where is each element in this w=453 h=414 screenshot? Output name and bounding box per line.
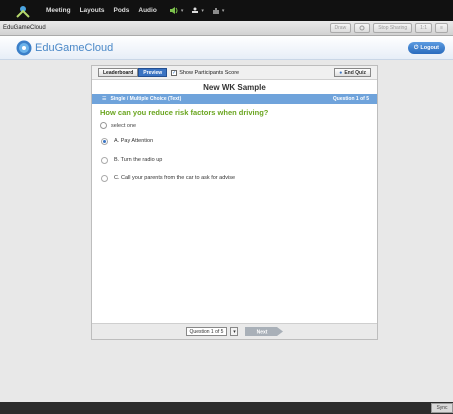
camera-tool[interactable]: ▾ xyxy=(191,7,204,14)
speaker-caret: ▾ xyxy=(180,7,184,14)
end-quiz-label: End Quiz xyxy=(344,69,366,76)
end-quiz-icon: ● xyxy=(339,69,343,76)
list-icon: ☰ xyxy=(102,96,107,102)
next-button[interactable]: Next xyxy=(245,327,284,336)
top-menubar: Meeting Layouts Pods Audio ▾ ▾ ▾ xyxy=(0,0,453,21)
brand-name: EduGameCloud xyxy=(35,42,114,54)
show-scores-label: Show Participants Score xyxy=(179,69,240,76)
raise-hand-tool[interactable]: ▾ xyxy=(212,7,225,15)
status-bar xyxy=(0,402,453,414)
menu-audio[interactable]: Audio xyxy=(138,7,156,14)
pod-menu-icon: ≡ xyxy=(440,25,443,31)
power-icon: ⏻ xyxy=(414,44,419,51)
next-label: Next xyxy=(257,330,268,336)
stop-sharing-button[interactable]: Stop Sharing xyxy=(373,23,413,33)
hand-caret: ▾ xyxy=(221,7,225,14)
game-panel: Leaderboard Preview ✓ Show Participants … xyxy=(91,65,378,340)
fit-button[interactable]: 1:1 xyxy=(415,23,433,33)
draw-button[interactable]: Draw xyxy=(329,23,352,33)
game-toolbar: Leaderboard Preview ✓ Show Participants … xyxy=(92,66,377,80)
radio-b[interactable] xyxy=(101,156,108,164)
person-icon xyxy=(192,7,199,13)
question-type-bar: ☰ Single / Multiple Choice (Text) Questi… xyxy=(92,94,377,104)
menu-meeting[interactable]: Meeting xyxy=(46,7,71,14)
answer-label-c: C. Call your parents from the car to ask… xyxy=(114,175,236,181)
app-logo-icon[interactable] xyxy=(12,3,34,19)
end-quiz-button[interactable]: ● End Quiz xyxy=(334,68,371,77)
select-hint: select one xyxy=(100,122,377,129)
select-hint-icon xyxy=(100,122,107,129)
question-text: How can you reduce risk factors when dri… xyxy=(100,108,269,117)
pod-title-bar: EduGameCloud Draw Stop Sharing 1:1 ≡ xyxy=(0,21,453,36)
question-select[interactable]: Question 1 of 5 xyxy=(185,327,228,336)
answer-label-a: A. Pay Attention xyxy=(114,138,154,144)
logout-label: Logout xyxy=(420,45,439,51)
preview-button[interactable]: Preview xyxy=(138,68,168,77)
sync-button[interactable]: Sync xyxy=(431,403,453,413)
app-header: EduGameCloud ⏻ Logout xyxy=(0,36,453,60)
radio-a[interactable] xyxy=(101,137,108,145)
refresh-icon xyxy=(359,25,365,31)
pod-title: EduGameCloud xyxy=(3,25,46,31)
sync-toggle-button[interactable] xyxy=(354,23,371,33)
radio-c[interactable] xyxy=(101,174,108,182)
leaderboard-button[interactable]: Leaderboard xyxy=(98,68,139,77)
answer-option-b[interactable]: B. Turn the radio up xyxy=(101,156,377,164)
speaker-tool[interactable]: ▾ xyxy=(169,7,184,14)
question-select-caret[interactable]: ▾ xyxy=(230,327,239,336)
camera-caret: ▾ xyxy=(201,7,204,14)
chevron-down-icon: ▾ xyxy=(233,328,236,335)
question-type: Single / Multiple Choice (Text) xyxy=(110,96,182,102)
game-title: New WK Sample xyxy=(203,82,266,92)
answer-label-b: B. Turn the radio up xyxy=(114,157,163,163)
checkbox-icon: ✓ xyxy=(171,69,178,76)
pod-menu-button[interactable]: ≡ xyxy=(435,23,448,33)
answer-option-a[interactable]: A. Pay Attention xyxy=(101,137,377,145)
menu-pods[interactable]: Pods xyxy=(113,7,129,14)
select-hint-label: select one xyxy=(111,122,137,129)
edugamecloud-logo-icon xyxy=(16,40,32,56)
brand: EduGameCloud xyxy=(16,40,113,56)
speaker-icon xyxy=(169,7,178,14)
hand-icon xyxy=(213,7,219,14)
answer-option-c[interactable]: C. Call your parents from the car to ask… xyxy=(101,174,377,182)
show-scores-checkbox[interactable]: ✓ Show Participants Score xyxy=(171,69,240,76)
question-navigator: Question 1 of 5 ▾ Next xyxy=(92,323,377,339)
question-number: Question 1 of 5 xyxy=(332,96,369,102)
menu-layouts[interactable]: Layouts xyxy=(80,7,105,14)
pod-buttons: Draw Stop Sharing 1:1 ≡ xyxy=(329,23,448,33)
logout-button[interactable]: ⏻ Logout xyxy=(408,42,445,54)
